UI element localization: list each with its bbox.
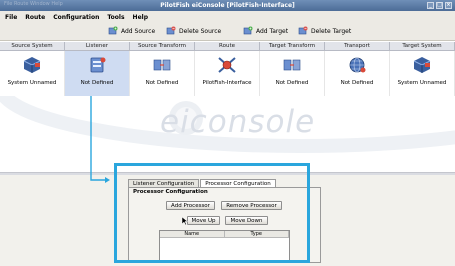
stage-source-system-label: System Unnamed xyxy=(7,80,57,86)
add-source-icon xyxy=(108,26,118,35)
delete-target-label: Delete Target xyxy=(311,27,352,35)
transform-icon xyxy=(283,59,301,71)
header-source-transform: Source Transform xyxy=(130,42,195,50)
header-route: Route xyxy=(195,42,260,50)
delete-target-icon xyxy=(298,26,308,35)
stage-route[interactable]: PilotFish-Interface xyxy=(195,51,260,96)
menu-configuration[interactable]: Configuration xyxy=(53,14,99,21)
stage-target-system[interactable]: System Unnamed xyxy=(390,51,455,96)
header-transport: Transport xyxy=(325,42,390,50)
delete-source-button[interactable]: Delete Source xyxy=(166,26,221,36)
route-icon xyxy=(218,57,236,73)
menu-tools[interactable]: Tools xyxy=(107,14,124,21)
header-source-system: Source System xyxy=(0,42,65,50)
server-icon xyxy=(23,57,41,73)
server-icon xyxy=(413,57,431,73)
stage-target-system-label: System Unnamed xyxy=(397,80,447,86)
add-source-label: Add Source xyxy=(121,27,156,35)
stage-source-system[interactable]: System Unnamed xyxy=(0,51,65,96)
menu-file[interactable]: File xyxy=(5,14,17,21)
stage-route-label: PilotFish-Interface xyxy=(202,80,252,86)
listener-icon xyxy=(90,57,106,73)
stage-transport-label: Not Defined xyxy=(340,80,374,86)
stage-headers: Source System Listener Source Transform … xyxy=(0,42,455,51)
route-canvas: eiconsole xyxy=(0,96,455,172)
delete-source-label: Delete Source xyxy=(179,27,222,35)
delete-source-icon xyxy=(166,26,176,35)
stage-transport[interactable]: Not Defined xyxy=(325,51,390,96)
maximize-button[interactable]: □ xyxy=(436,2,443,9)
highlight-box xyxy=(114,163,310,263)
stage-listener-label: Not Defined xyxy=(80,80,114,86)
transform-icon xyxy=(153,59,171,71)
toolbar: Add Source Delete Source Add Target Dele… xyxy=(0,23,455,41)
stage-target-transform[interactable]: Not Defined xyxy=(260,51,325,96)
close-button[interactable]: × xyxy=(445,2,452,9)
annotation-arrow xyxy=(90,96,92,172)
add-source-button[interactable]: Add Source xyxy=(108,26,155,36)
header-listener: Listener xyxy=(65,42,130,50)
menu-bar: File Route Configuration Tools Help xyxy=(0,11,455,23)
add-target-label: Add Target xyxy=(256,27,289,35)
header-target-transform: Target Transform xyxy=(260,42,325,50)
menu-help[interactable]: Help xyxy=(133,14,148,21)
title-bar: File Route Window Help PilotFish eiConso… xyxy=(0,0,455,11)
minimize-button[interactable]: _ xyxy=(427,2,434,9)
delete-target-button[interactable]: Delete Target xyxy=(298,26,351,36)
stage-target-transform-label: Not Defined xyxy=(275,80,309,86)
background-menu-text: File Route Window Help xyxy=(4,1,63,7)
add-target-button[interactable]: Add Target xyxy=(243,26,288,36)
header-target-system: Target System xyxy=(390,42,455,50)
menu-route[interactable]: Route xyxy=(25,14,45,21)
window-title: PilotFish eiConsole [PilotFish-Interface… xyxy=(160,2,295,9)
stage-source-transform-label: Not Defined xyxy=(145,80,179,86)
globe-icon xyxy=(349,57,366,73)
stage-row: System Unnamed Not Defined Not Defined P… xyxy=(0,51,455,96)
stage-source-transform[interactable]: Not Defined xyxy=(130,51,195,96)
stage-listener[interactable]: Not Defined xyxy=(65,51,130,96)
window-controls: _ □ × xyxy=(427,2,452,9)
add-target-icon xyxy=(243,26,253,35)
